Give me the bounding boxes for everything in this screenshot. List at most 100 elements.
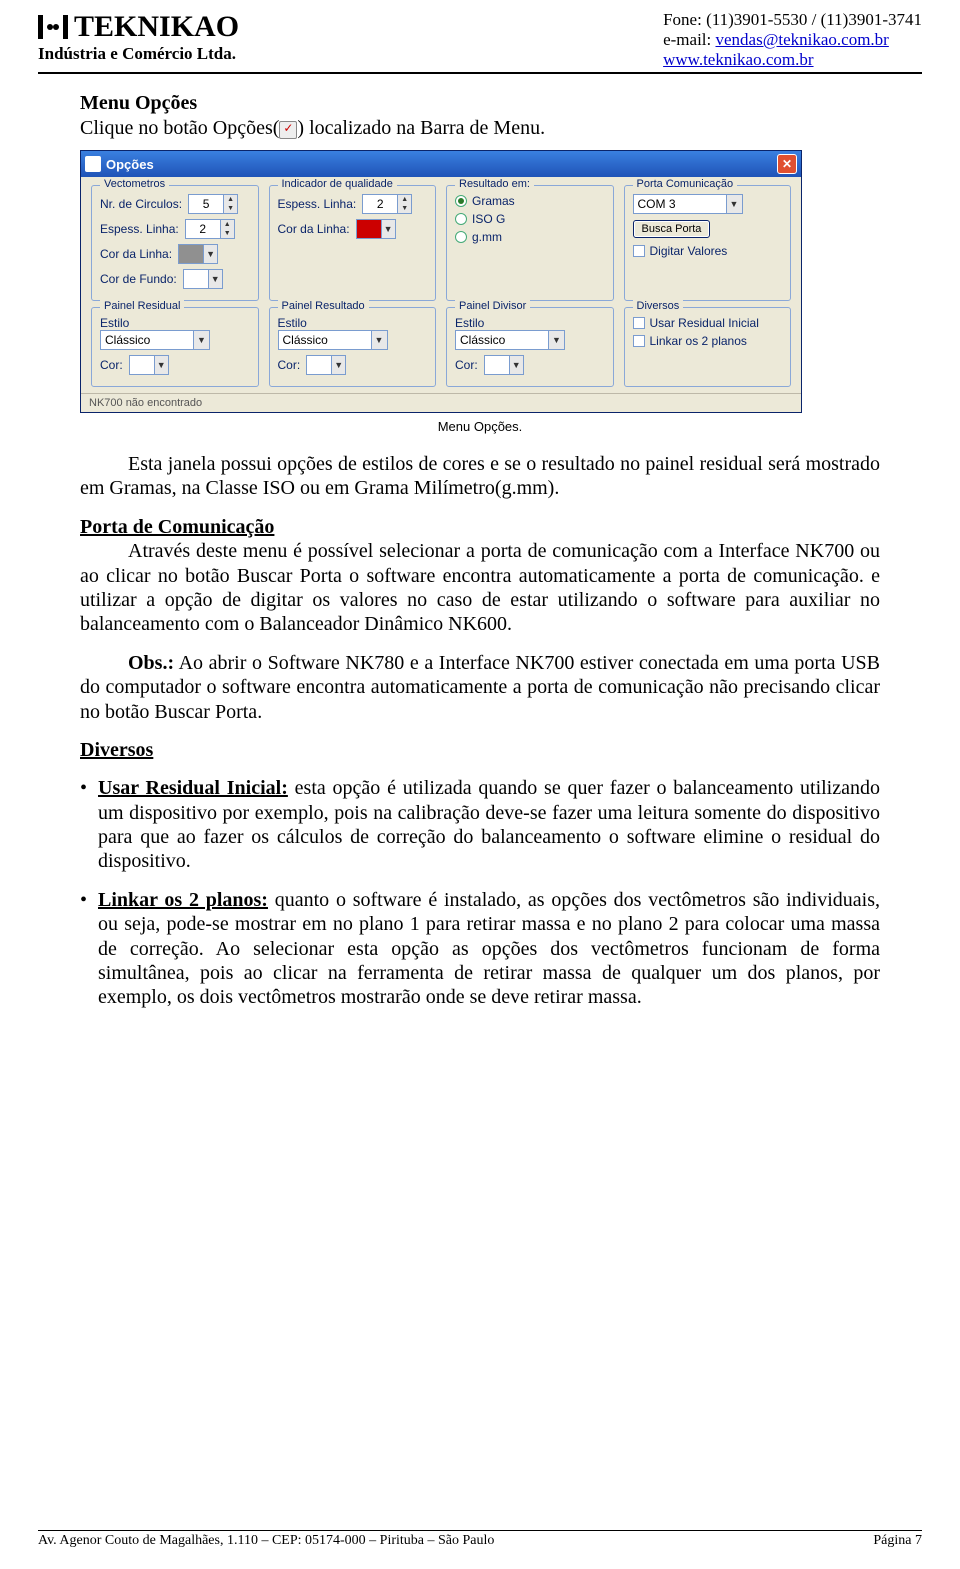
cor-label: Cor: xyxy=(100,358,123,372)
nr-circulos-value: 5 xyxy=(189,195,223,213)
group-resultado-em: Resultado em: Gramas ISO G g.mm xyxy=(446,185,614,301)
checkbox-icon xyxy=(633,245,645,257)
vect-espess-linha-label: Espess. Linha: xyxy=(100,222,179,236)
estilo-label: Estilo xyxy=(455,316,605,330)
color-swatch xyxy=(130,356,154,374)
indic-cor-linha-label: Cor da Linha: xyxy=(278,222,350,236)
list-item-usar-residual: Usar Residual Inicial: esta opção é util… xyxy=(80,776,880,874)
diversos-bullet-list: Usar Residual Inicial: esta opção é util… xyxy=(80,776,880,1010)
cor-label: Cor: xyxy=(278,358,301,372)
chevron-down-icon[interactable]: ▼ xyxy=(726,195,742,213)
spinner-down-icon[interactable]: ▼ xyxy=(398,204,411,213)
chevron-down-icon[interactable]: ▼ xyxy=(381,220,395,238)
vect-espess-linha-spinner[interactable]: 2 ▲▼ xyxy=(185,219,235,239)
checkbox-icon xyxy=(633,317,645,329)
section-title: Menu Opções xyxy=(80,92,880,115)
nr-circulos-spinner[interactable]: 5 ▲▼ xyxy=(188,194,238,214)
company-name: TEKNIKAO xyxy=(38,10,239,44)
subhead-diversos: Diversos xyxy=(80,739,153,761)
chevron-down-icon[interactable]: ▼ xyxy=(208,270,222,288)
painel-resultado-estilo-combo[interactable]: Clássico ▼ xyxy=(278,330,388,350)
options-dialog: Opções ✕ Vectometros Nr. de Circulos: 5 … xyxy=(80,150,802,413)
vect-cor-linha-picker[interactable]: ▼ xyxy=(178,244,218,264)
spinner-up-icon[interactable]: ▲ xyxy=(224,195,237,204)
chevron-down-icon[interactable]: ▼ xyxy=(548,331,564,349)
titlebar-app-icon xyxy=(85,156,101,172)
painel-divisor-cor-picker[interactable]: ▼ xyxy=(484,355,524,375)
radio-gramas[interactable]: Gramas xyxy=(455,194,605,208)
footer-address: Av. Agenor Couto de Magalhães, 1.110 – C… xyxy=(38,1533,494,1549)
indic-cor-linha-picker[interactable]: ▼ xyxy=(356,219,396,239)
chevron-down-icon[interactable]: ▼ xyxy=(331,356,345,374)
company-subtitle: Indústria e Comércio Ltda. xyxy=(38,44,239,64)
radio-dot-icon xyxy=(455,231,467,243)
radio-iso-g[interactable]: ISO G xyxy=(455,212,605,226)
vect-cor-fundo-picker[interactable]: ▼ xyxy=(183,269,223,289)
contact-block: Fone: (11)3901-5530 / (11)3901-3741 e-ma… xyxy=(663,10,922,70)
logo-icon xyxy=(38,15,68,39)
chevron-down-icon[interactable]: ▼ xyxy=(203,245,217,263)
radio-gramas-label: Gramas xyxy=(472,194,515,208)
digitar-valores-label: Digitar Valores xyxy=(650,244,728,258)
li1-lead: Usar Residual Inicial: xyxy=(98,777,288,799)
radio-dot-icon xyxy=(455,195,467,207)
painel-residual-estilo-combo[interactable]: Clássico ▼ xyxy=(100,330,210,350)
indic-espess-linha-spinner[interactable]: 2 ▲▼ xyxy=(362,194,412,214)
paragraph-porta: Porta de Comunicação Através deste menu … xyxy=(80,515,880,637)
porta-combo-value: COM 3 xyxy=(634,195,726,213)
chevron-down-icon[interactable]: ▼ xyxy=(193,331,209,349)
close-button[interactable]: ✕ xyxy=(777,154,797,174)
radio-dot-icon xyxy=(455,213,467,225)
color-swatch xyxy=(307,356,331,374)
usar-residual-inicial-checkbox[interactable]: Usar Residual Inicial xyxy=(633,316,783,330)
color-swatch xyxy=(184,270,208,288)
dialog-statusbar: NK700 não encontrado xyxy=(81,393,801,412)
radio-iso-g-label: ISO G xyxy=(472,212,505,226)
email-link[interactable]: vendas@teknikao.com.br xyxy=(716,30,889,49)
legend-painel-residual: Painel Residual xyxy=(100,300,184,312)
page-header: TEKNIKAO Indústria e Comércio Ltda. Fone… xyxy=(38,10,922,74)
digitar-valores-checkbox[interactable]: Digitar Valores xyxy=(633,244,783,258)
group-porta-comunicacao: Porta Comunicação COM 3 ▼ Busca Porta Di… xyxy=(624,185,792,301)
vect-cor-linha-label: Cor da Linha: xyxy=(100,247,172,261)
group-painel-residual: Painel Residual Estilo Clássico ▼ Cor: ▼ xyxy=(91,307,259,387)
footer-page-number: Página 7 xyxy=(873,1533,922,1549)
subhead-porta: Porta de Comunicação xyxy=(80,516,274,538)
li2-lead: Linkar os 2 planos: xyxy=(98,889,268,911)
legend-porta: Porta Comunicação xyxy=(633,178,738,190)
vect-espess-linha-value: 2 xyxy=(186,220,220,238)
spinner-up-icon[interactable]: ▲ xyxy=(398,195,411,204)
painel-divisor-estilo-combo[interactable]: Clássico ▼ xyxy=(455,330,565,350)
busca-porta-button[interactable]: Busca Porta xyxy=(633,220,711,238)
combo-value: Clássico xyxy=(279,331,371,349)
phone-line: Fone: (11)3901-5530 / (11)3901-3741 xyxy=(663,10,922,30)
combo-value: Clássico xyxy=(101,331,193,349)
porta-combo[interactable]: COM 3 ▼ xyxy=(633,194,743,214)
website-link[interactable]: www.teknikao.com.br xyxy=(663,50,813,69)
linkar-2-planos-checkbox[interactable]: Linkar os 2 planos xyxy=(633,334,783,348)
radio-gmm[interactable]: g.mm xyxy=(455,230,605,244)
chevron-down-icon[interactable]: ▼ xyxy=(509,356,523,374)
figure-caption: Menu Opções. xyxy=(80,419,880,434)
painel-resultado-cor-picker[interactable]: ▼ xyxy=(306,355,346,375)
dialog-titlebar: Opções ✕ xyxy=(81,151,801,177)
radio-gmm-label: g.mm xyxy=(472,230,502,244)
legend-painel-divisor: Painel Divisor xyxy=(455,300,530,312)
chevron-down-icon[interactable]: ▼ xyxy=(371,331,387,349)
company-block: TEKNIKAO Indústria e Comércio Ltda. xyxy=(38,10,239,64)
email-line: e-mail: vendas@teknikao.com.br xyxy=(663,30,922,50)
spinner-down-icon[interactable]: ▼ xyxy=(221,229,234,238)
estilo-label: Estilo xyxy=(100,316,250,330)
indic-espess-linha-value: 2 xyxy=(363,195,397,213)
obs-lead: Obs.: xyxy=(128,652,174,674)
color-swatch xyxy=(179,245,203,263)
chevron-down-icon[interactable]: ▼ xyxy=(154,356,168,374)
painel-residual-cor-picker[interactable]: ▼ xyxy=(129,355,169,375)
color-swatch xyxy=(357,220,381,238)
intro-line: Clique no botão Opções() localizado na B… xyxy=(80,117,880,140)
group-painel-divisor: Painel Divisor Estilo Clássico ▼ Cor: ▼ xyxy=(446,307,614,387)
spinner-down-icon[interactable]: ▼ xyxy=(224,204,237,213)
indic-espess-linha-label: Espess. Linha: xyxy=(278,197,357,211)
spinner-up-icon[interactable]: ▲ xyxy=(221,220,234,229)
vect-cor-fundo-label: Cor de Fundo: xyxy=(100,272,177,286)
